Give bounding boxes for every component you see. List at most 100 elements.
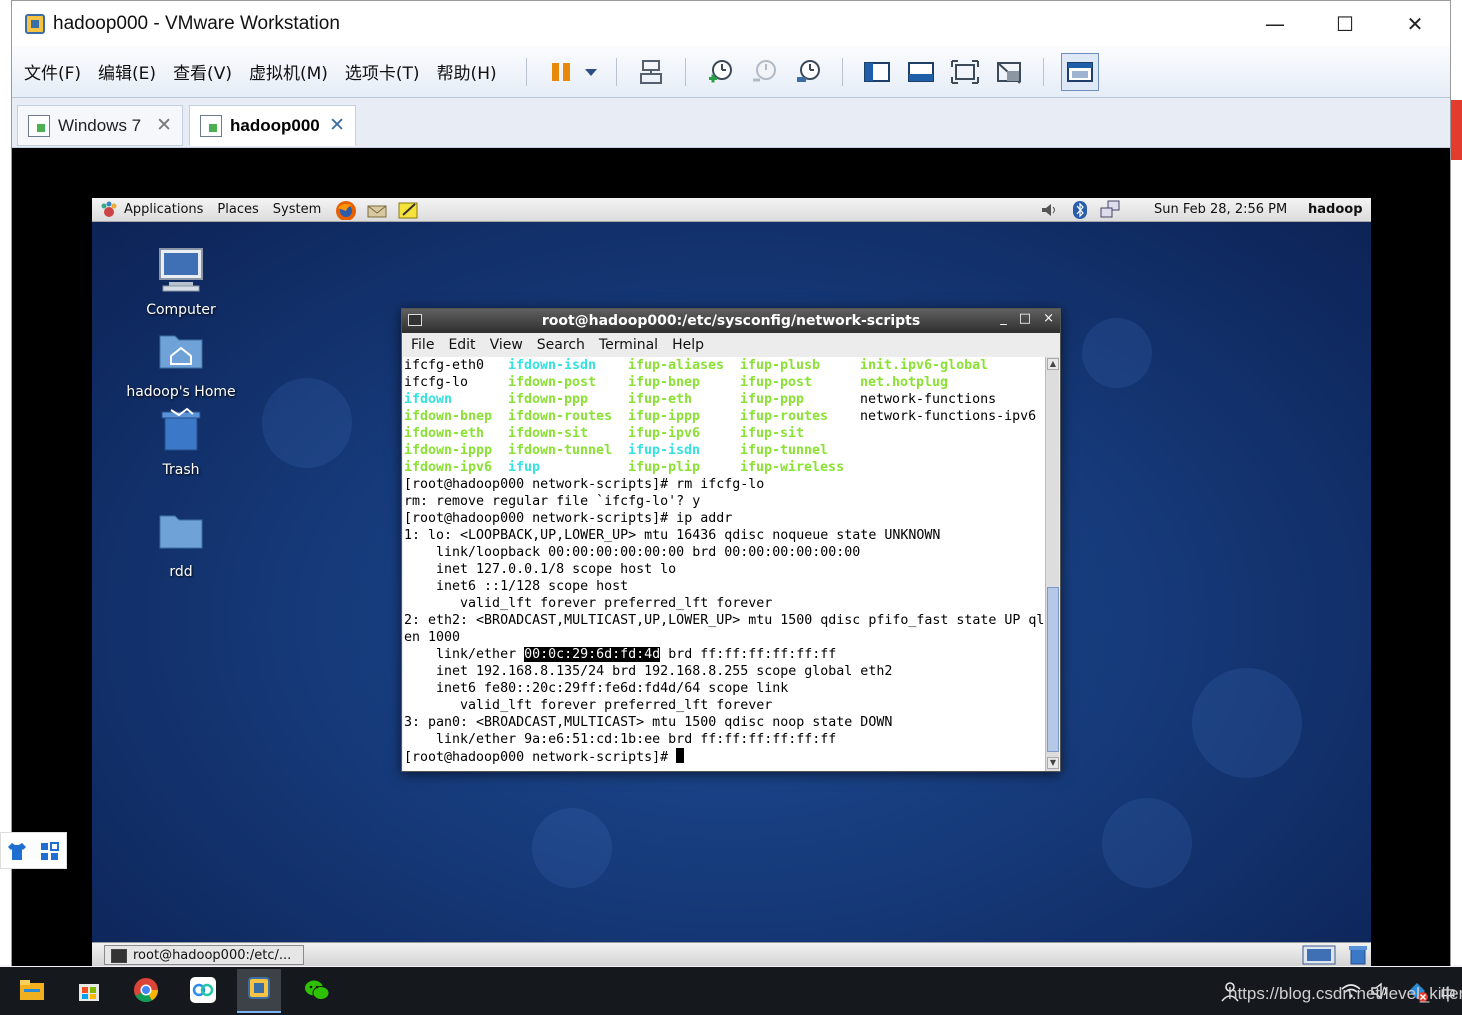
maximize-button[interactable]: ☐ bbox=[1310, 1, 1380, 46]
scrollbar-thumb[interactable] bbox=[1047, 587, 1059, 752]
terminal-scrollbar[interactable]: ▲ ▼ bbox=[1045, 357, 1059, 771]
close-button[interactable]: ✕ bbox=[1380, 1, 1450, 46]
snapshot-manager-button[interactable] bbox=[791, 55, 825, 89]
chrome-icon[interactable] bbox=[131, 975, 161, 1005]
tab-windows-7[interactable]: Windows 7 ✕ bbox=[17, 105, 183, 146]
show-library-button[interactable] bbox=[860, 55, 894, 89]
menu-tabs[interactable]: 选项卡(T) bbox=[345, 59, 420, 84]
pause-button[interactable] bbox=[544, 55, 578, 89]
scroll-down-arrow-icon[interactable]: ▼ bbox=[1047, 757, 1059, 769]
terminal-minimize-button[interactable]: _ bbox=[1000, 311, 1007, 326]
terminal-menu-edit[interactable]: Edit bbox=[448, 337, 475, 353]
output-line: link/ether 9a:e6:51:cd:1b:ee brd ff:ff:f… bbox=[404, 732, 837, 747]
output-line: link/loopback 00:00:00:00:00:00 brd 00:0… bbox=[404, 545, 861, 560]
terminal-menu-view[interactable]: View bbox=[490, 337, 523, 353]
tab-close-icon[interactable]: ✕ bbox=[156, 114, 172, 136]
prompt-line[interactable]: [root@hadoop000 network-scripts]# bbox=[404, 748, 1045, 765]
tab-label: hadoop000 bbox=[230, 115, 320, 135]
trash-applet-icon[interactable] bbox=[1348, 944, 1368, 966]
menu-file[interactable]: 文件(F) bbox=[24, 59, 81, 84]
menu-bar: 文件(F) 编辑(E) 查看(V) 虚拟机(M) 选项卡(T) 帮助(H) bbox=[12, 46, 1450, 98]
wallpaper-bokeh bbox=[1082, 318, 1152, 388]
scroll-up-arrow-icon[interactable]: ▲ bbox=[1047, 358, 1059, 370]
wallpaper-bokeh bbox=[262, 378, 352, 468]
menu-view[interactable]: 查看(V) bbox=[173, 59, 232, 84]
guest-desktop[interactable]: Applications Places System Sun Feb 28, 2… bbox=[92, 198, 1371, 966]
unity-button[interactable] bbox=[992, 55, 1026, 89]
volume-icon[interactable] bbox=[1040, 201, 1058, 219]
listing-entry: ifup-ipv6 bbox=[628, 426, 701, 441]
file-explorer-icon[interactable] bbox=[17, 975, 47, 1005]
snapshot-take-button[interactable] bbox=[703, 55, 737, 89]
gnome-top-panel: Applications Places System Sun Feb 28, 2… bbox=[92, 198, 1371, 222]
show-desktop-icon[interactable] bbox=[1302, 945, 1336, 965]
full-screen-button[interactable] bbox=[948, 55, 982, 89]
terminal-menu-search[interactable]: Search bbox=[537, 337, 585, 353]
shirt-icon[interactable] bbox=[6, 841, 28, 861]
console-view-button[interactable] bbox=[1060, 52, 1099, 91]
background-page-right bbox=[1450, 0, 1462, 965]
send-ctrl-alt-del-button[interactable] bbox=[634, 55, 668, 89]
power-dropdown-button[interactable] bbox=[583, 55, 599, 89]
snapshot-revert-button[interactable] bbox=[747, 55, 781, 89]
output-line: [root@hadoop000 network-scripts]# ip add… bbox=[404, 511, 733, 526]
terminal-menu-terminal[interactable]: Terminal bbox=[599, 337, 658, 353]
menu-edit[interactable]: 编辑(E) bbox=[98, 59, 156, 84]
terminal-window[interactable]: root@hadoop000:/etc/sysconfig/network-sc… bbox=[401, 308, 1061, 772]
terminal-output[interactable]: ifcfg-eth0 ifdown-isdn ifup-aliases ifup-pl… bbox=[403, 357, 1045, 771]
firefox-icon[interactable] bbox=[335, 200, 357, 220]
listing-entry: ifup-plusb bbox=[740, 358, 821, 373]
vm-running-icon bbox=[200, 114, 222, 137]
home-folder-icon bbox=[159, 335, 203, 369]
text-editor-icon[interactable] bbox=[397, 200, 419, 220]
desktop-icon-rdd[interactable]: rdd bbox=[121, 508, 241, 580]
terminal-menu-help[interactable]: Help bbox=[672, 337, 704, 353]
tab-bar: Windows 7 ✕ hadoop000 ✕ bbox=[12, 98, 1450, 148]
terminal-title-bar[interactable]: root@hadoop000:/etc/sysconfig/network-sc… bbox=[402, 309, 1060, 333]
output-line: inet 192.168.8.135/24 brd 192.168.8.255 … bbox=[404, 664, 893, 679]
window-title: hadoop000 - VMware Workstation bbox=[53, 12, 340, 34]
network-icon[interactable] bbox=[1099, 200, 1121, 220]
desktop-icon-home[interactable]: hadoop's Home bbox=[121, 328, 241, 400]
taskbar-vmware-active[interactable] bbox=[237, 969, 281, 1013]
bluetooth-icon[interactable] bbox=[1072, 200, 1088, 220]
tab-close-icon[interactable]: ✕ bbox=[329, 114, 345, 136]
terminal-maximize-button[interactable]: □ bbox=[1019, 311, 1031, 326]
apps-grid-icon[interactable] bbox=[39, 841, 61, 861]
terminal-close-button[interactable]: × bbox=[1043, 311, 1054, 326]
clock[interactable]: Sun Feb 28, 2:56 PM bbox=[1154, 202, 1287, 217]
selected-mac-address[interactable]: 00:0c:29:6d:fd:4d bbox=[524, 647, 661, 662]
listing-entry: ifdown-eth bbox=[404, 426, 485, 441]
listing-entry: ifdown-ipv6 bbox=[404, 460, 493, 475]
output-line: valid_lft forever preferred_lft forever bbox=[404, 596, 773, 611]
wechat-icon[interactable] bbox=[302, 975, 332, 1005]
desktop-icon-computer[interactable]: Computer bbox=[121, 246, 241, 318]
clock-revert-icon bbox=[752, 59, 776, 81]
baidu-netdisk-icon[interactable] bbox=[188, 975, 218, 1005]
floating-widget bbox=[0, 832, 67, 869]
menu-help[interactable]: 帮助(H) bbox=[437, 59, 497, 84]
vm-console[interactable]: Applications Places System Sun Feb 28, 2… bbox=[12, 148, 1450, 966]
tab-hadoop000[interactable]: hadoop000 ✕ bbox=[189, 105, 356, 146]
listing-entry: ifup-routes bbox=[740, 409, 829, 424]
mail-icon[interactable] bbox=[366, 200, 388, 220]
title-bar[interactable]: hadoop000 - VMware Workstation — ☐ ✕ bbox=[12, 1, 1450, 46]
store-icon[interactable] bbox=[74, 975, 104, 1005]
background-red-block bbox=[1450, 100, 1462, 160]
terminal-menu-file[interactable]: File bbox=[411, 337, 434, 353]
listing-entry: ifdown-routes bbox=[508, 409, 613, 424]
listing-entry: ifup-sit bbox=[740, 426, 805, 441]
menu-places[interactable]: Places bbox=[217, 202, 258, 217]
user-switcher[interactable]: hadoop bbox=[1308, 202, 1363, 217]
desktop-icon-trash[interactable]: Trash bbox=[121, 406, 241, 478]
output-line: 1: lo: <LOOPBACK,UP,LOWER_UP> mtu 16436 … bbox=[404, 528, 941, 543]
menu-applications[interactable]: Applications bbox=[124, 202, 203, 217]
vm-icon bbox=[28, 114, 50, 137]
menu-vm[interactable]: 虚拟机(M) bbox=[249, 59, 328, 84]
listing-entry: net.hotplug bbox=[860, 375, 949, 390]
menu-system[interactable]: System bbox=[273, 202, 321, 217]
taskbar-terminal-item[interactable]: root@hadoop000:/etc/... bbox=[104, 945, 304, 965]
gnome-foot-icon[interactable] bbox=[98, 200, 120, 220]
minimize-button[interactable]: — bbox=[1240, 1, 1310, 46]
thumbnail-bar-button[interactable] bbox=[904, 55, 938, 89]
